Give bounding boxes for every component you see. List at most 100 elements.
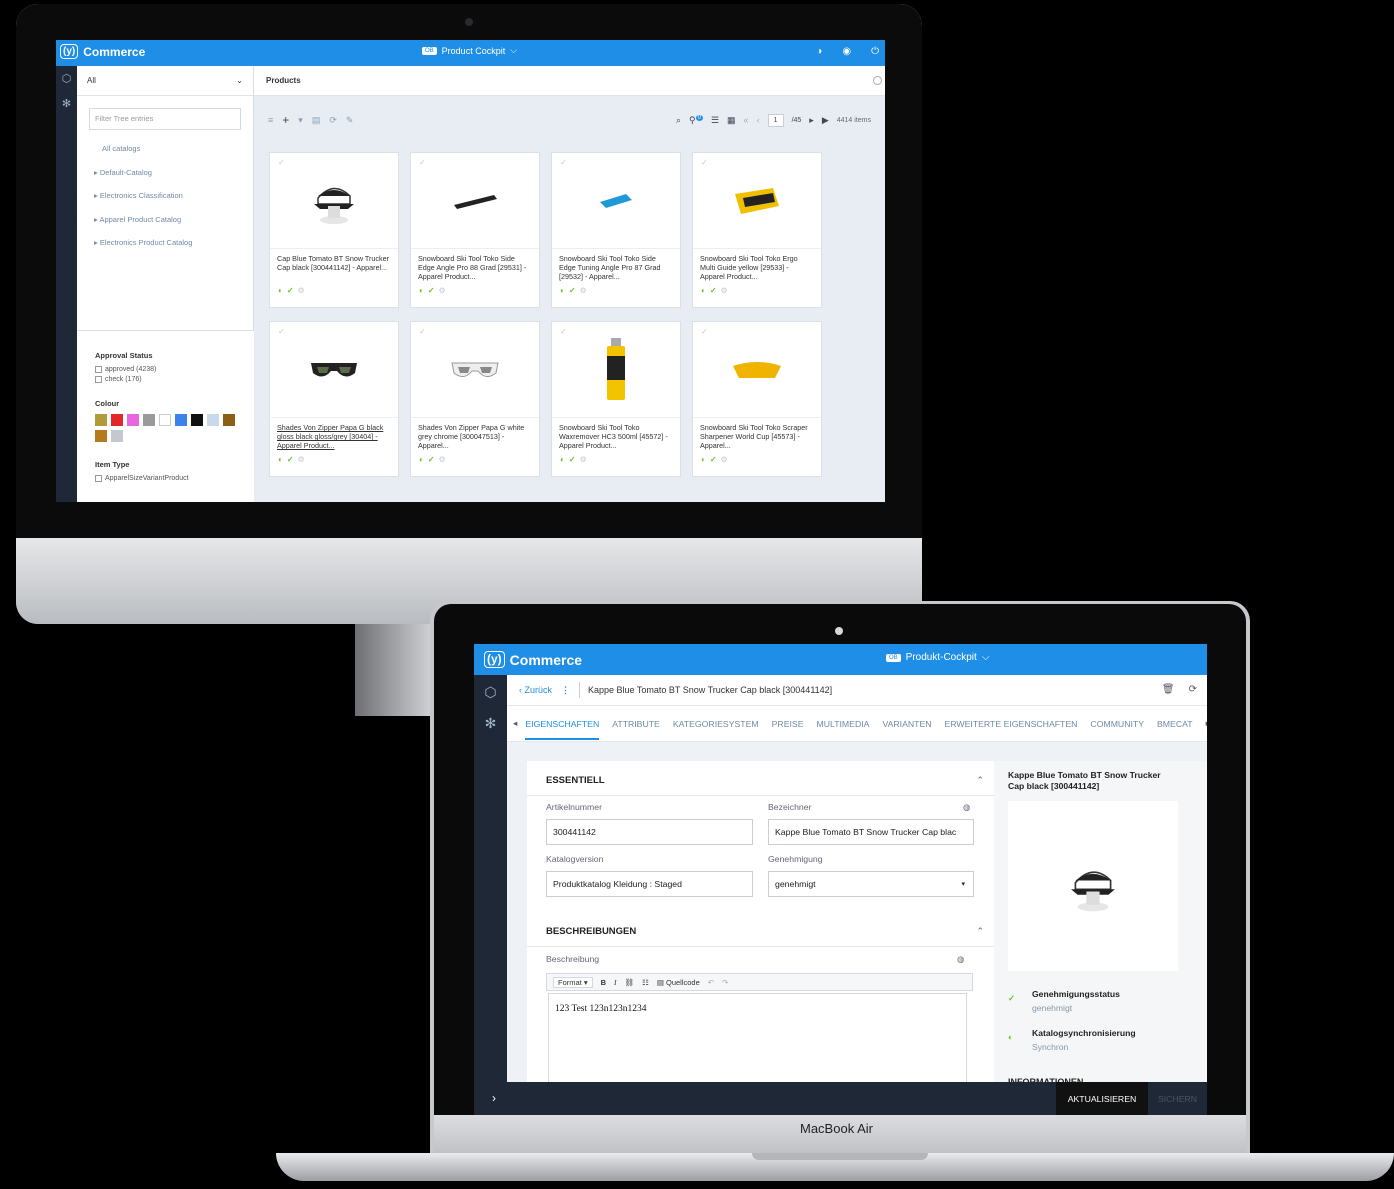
more-vertical-icon[interactable]: ⋮ <box>561 685 570 696</box>
update-button[interactable]: AKTUALISIEREN <box>1056 1082 1148 1115</box>
dropdown-icon[interactable]: ▾ <box>298 115 303 126</box>
info-icon[interactable] <box>873 76 882 85</box>
italic-icon[interactable]: I <box>614 978 617 987</box>
colour-swatch[interactable] <box>95 414 107 426</box>
tree-item[interactable]: ▸ Default-Catalog <box>94 168 253 192</box>
source-button[interactable]: ▤ Quellcode <box>657 978 700 987</box>
list-view-icon[interactable]: ☰ <box>711 115 719 126</box>
colour-swatch[interactable] <box>143 414 155 426</box>
tab-multimedia[interactable]: MULTIMEDIA <box>817 719 870 729</box>
product-card[interactable]: ✓ Shades Von Zipper Papa G white grey ch… <box>410 321 540 477</box>
tabs-scroll-right-icon[interactable]: ▸ <box>1206 718 1207 729</box>
select-check-icon[interactable]: ✓ <box>419 327 426 336</box>
list-icon[interactable]: ☷ <box>642 978 649 987</box>
facet-check[interactable]: check (176) <box>95 376 254 383</box>
colour-swatch[interactable] <box>111 430 123 442</box>
colour-swatch[interactable] <box>175 414 187 426</box>
back-link[interactable]: ‹ Zurück <box>519 685 552 695</box>
tree-item[interactable]: ▸ Electronics Product Catalog <box>94 238 253 262</box>
trash-icon[interactable]: 🗑 <box>1162 684 1175 695</box>
tab-attribute[interactable]: ATTRIBUTE <box>612 719 660 729</box>
help-icon[interactable]: ◉ <box>842 46 851 57</box>
tab-bmecat[interactable]: BMECAT <box>1157 719 1193 729</box>
localization-icon[interactable]: ◍ <box>963 802 971 813</box>
product-card[interactable]: ✓ Snowboard Ski Tool Toko Side Edge Tuni… <box>551 152 681 308</box>
select-check-icon[interactable]: ✓ <box>701 158 708 167</box>
edit-icon[interactable]: ✎ <box>346 115 354 126</box>
power-icon[interactable]: ⏻ <box>871 46 879 57</box>
list-icon[interactable]: ≡ <box>268 115 273 125</box>
localization-icon[interactable]: ◍ <box>957 954 965 965</box>
select-check-icon[interactable]: ✓ <box>701 327 708 336</box>
format-dropdown[interactable]: Format ▾ <box>553 976 593 988</box>
perspective-selector[interactable]: OB Product Cockpit ⌵ <box>422 45 517 56</box>
product-card[interactable]: ✓ Snowboard Ski Tool Toko Scraper Sharpe… <box>692 321 822 477</box>
refresh-icon[interactable]: ⟳ <box>329 115 337 126</box>
link-icon[interactable]: ⛓ <box>625 978 635 987</box>
first-page-icon[interactable]: « <box>744 115 749 125</box>
checkbox[interactable] <box>95 376 102 383</box>
chevron-right-icon[interactable]: › <box>492 1091 496 1105</box>
colour-swatch[interactable] <box>191 414 203 426</box>
perspective-selector[interactable]: OB Produkt-Cockpit ⌵ <box>886 652 989 663</box>
beschreibung-editor[interactable]: 123 Test 123n123n1234 <box>548 993 967 1091</box>
select-check-icon[interactable]: ✓ <box>278 327 285 336</box>
tab-preise[interactable]: PREISE <box>772 719 804 729</box>
save-button[interactable]: SICHERN <box>1148 1082 1207 1115</box>
product-card[interactable]: ✓ Shades Von Zipper Papa G black gloss b… <box>269 321 399 477</box>
snowflake-icon[interactable]: ✻ <box>474 715 507 732</box>
artikelnummer-field[interactable]: 300441142 <box>546 819 753 845</box>
snowflake-icon[interactable]: ✻ <box>56 97 77 110</box>
tab-varianten[interactable]: VARIANTEN <box>882 719 931 729</box>
commerce-logo[interactable]: (y) Commerce <box>60 44 145 59</box>
genehmigung-select[interactable]: genehmigt ▾ <box>768 871 974 897</box>
tab-erweiterte-eigenschaften[interactable]: ERWEITERTE EIGENSCHAFTEN <box>945 719 1078 729</box>
tree-item[interactable]: ▸ Apparel Product Catalog <box>94 215 253 239</box>
redo-icon[interactable]: ↷ <box>722 978 728 987</box>
prev-page-icon[interactable]: ‹ <box>757 115 760 125</box>
colour-swatch[interactable] <box>95 430 107 442</box>
tab-kategoriesystem[interactable]: KATEGORIESYSTEM <box>673 719 759 729</box>
collapse-icon[interactable]: ⌃ <box>976 775 984 786</box>
checkbox[interactable] <box>95 366 102 373</box>
product-card[interactable]: ✓ Snowboard Ski Tool Toko Waxremover HC3… <box>551 321 681 477</box>
undo-icon[interactable]: ↶ <box>708 978 714 987</box>
collapse-icon[interactable]: ⌃ <box>976 926 984 937</box>
colour-swatch[interactable] <box>127 414 139 426</box>
refresh-icon[interactable]: ⟳ <box>1189 684 1197 695</box>
bold-icon[interactable]: B <box>601 978 606 987</box>
add-icon[interactable]: + <box>282 113 289 127</box>
select-check-icon[interactable]: ✓ <box>419 158 426 167</box>
cube-icon[interactable]: ⬡ <box>474 684 507 701</box>
select-check-icon[interactable]: ✓ <box>278 158 285 167</box>
colour-swatch[interactable] <box>111 414 123 426</box>
colour-swatch[interactable] <box>207 414 219 426</box>
sync-icon[interactable]: ◑ <box>816 46 822 57</box>
cube-icon[interactable]: ⬡ <box>56 72 77 85</box>
last-page-icon[interactable]: ▶ <box>822 115 829 126</box>
product-card[interactable]: ✓ Snowboard Ski Tool Toko Ergo Multi Gui… <box>692 152 822 308</box>
select-check-icon[interactable]: ✓ <box>560 158 567 167</box>
page-input[interactable]: 1 <box>767 113 784 127</box>
facet-item-type[interactable]: ApparelSizeVariantProduct <box>95 475 254 482</box>
search-icon[interactable]: ⌕ <box>676 115 681 126</box>
product-card[interactable]: ✓ Snowboard Ski Tool Toko Side Edge Angl… <box>410 152 540 308</box>
facet-approved[interactable]: approved (4238) <box>95 366 254 373</box>
tabs-scroll-left-icon[interactable]: ◂ <box>513 718 517 729</box>
colour-swatch[interactable] <box>223 414 235 426</box>
tab-community[interactable]: COMMUNITY <box>1090 719 1144 729</box>
select-check-icon[interactable]: ✓ <box>560 327 567 336</box>
tree-filter-input[interactable]: Filter Tree entries <box>89 108 241 130</box>
commerce-logo[interactable]: (y) Commerce <box>484 651 582 668</box>
export-icon[interactable]: ▤ <box>312 115 321 126</box>
katalogversion-field[interactable]: Produktkatalog Kleidung : Staged <box>546 871 753 897</box>
next-page-icon[interactable]: ▸ <box>809 115 814 126</box>
tree-selector[interactable]: All ⌄ <box>77 66 253 96</box>
checkbox[interactable] <box>95 475 102 482</box>
tree-item[interactable]: ▸ Electronics Classification <box>94 191 253 215</box>
colour-swatch[interactable] <box>159 414 171 426</box>
grid-view-icon[interactable]: ▦ <box>727 115 736 126</box>
tab-eigenschaften[interactable]: EIGENSCHAFTEN <box>525 719 600 740</box>
product-card[interactable]: ✓ Cap Blue Tomato BT Snow Trucker Cap bl… <box>269 152 399 308</box>
bezeichner-field[interactable]: Kappe Blue Tomato BT Snow Trucker Cap bl… <box>768 819 974 845</box>
